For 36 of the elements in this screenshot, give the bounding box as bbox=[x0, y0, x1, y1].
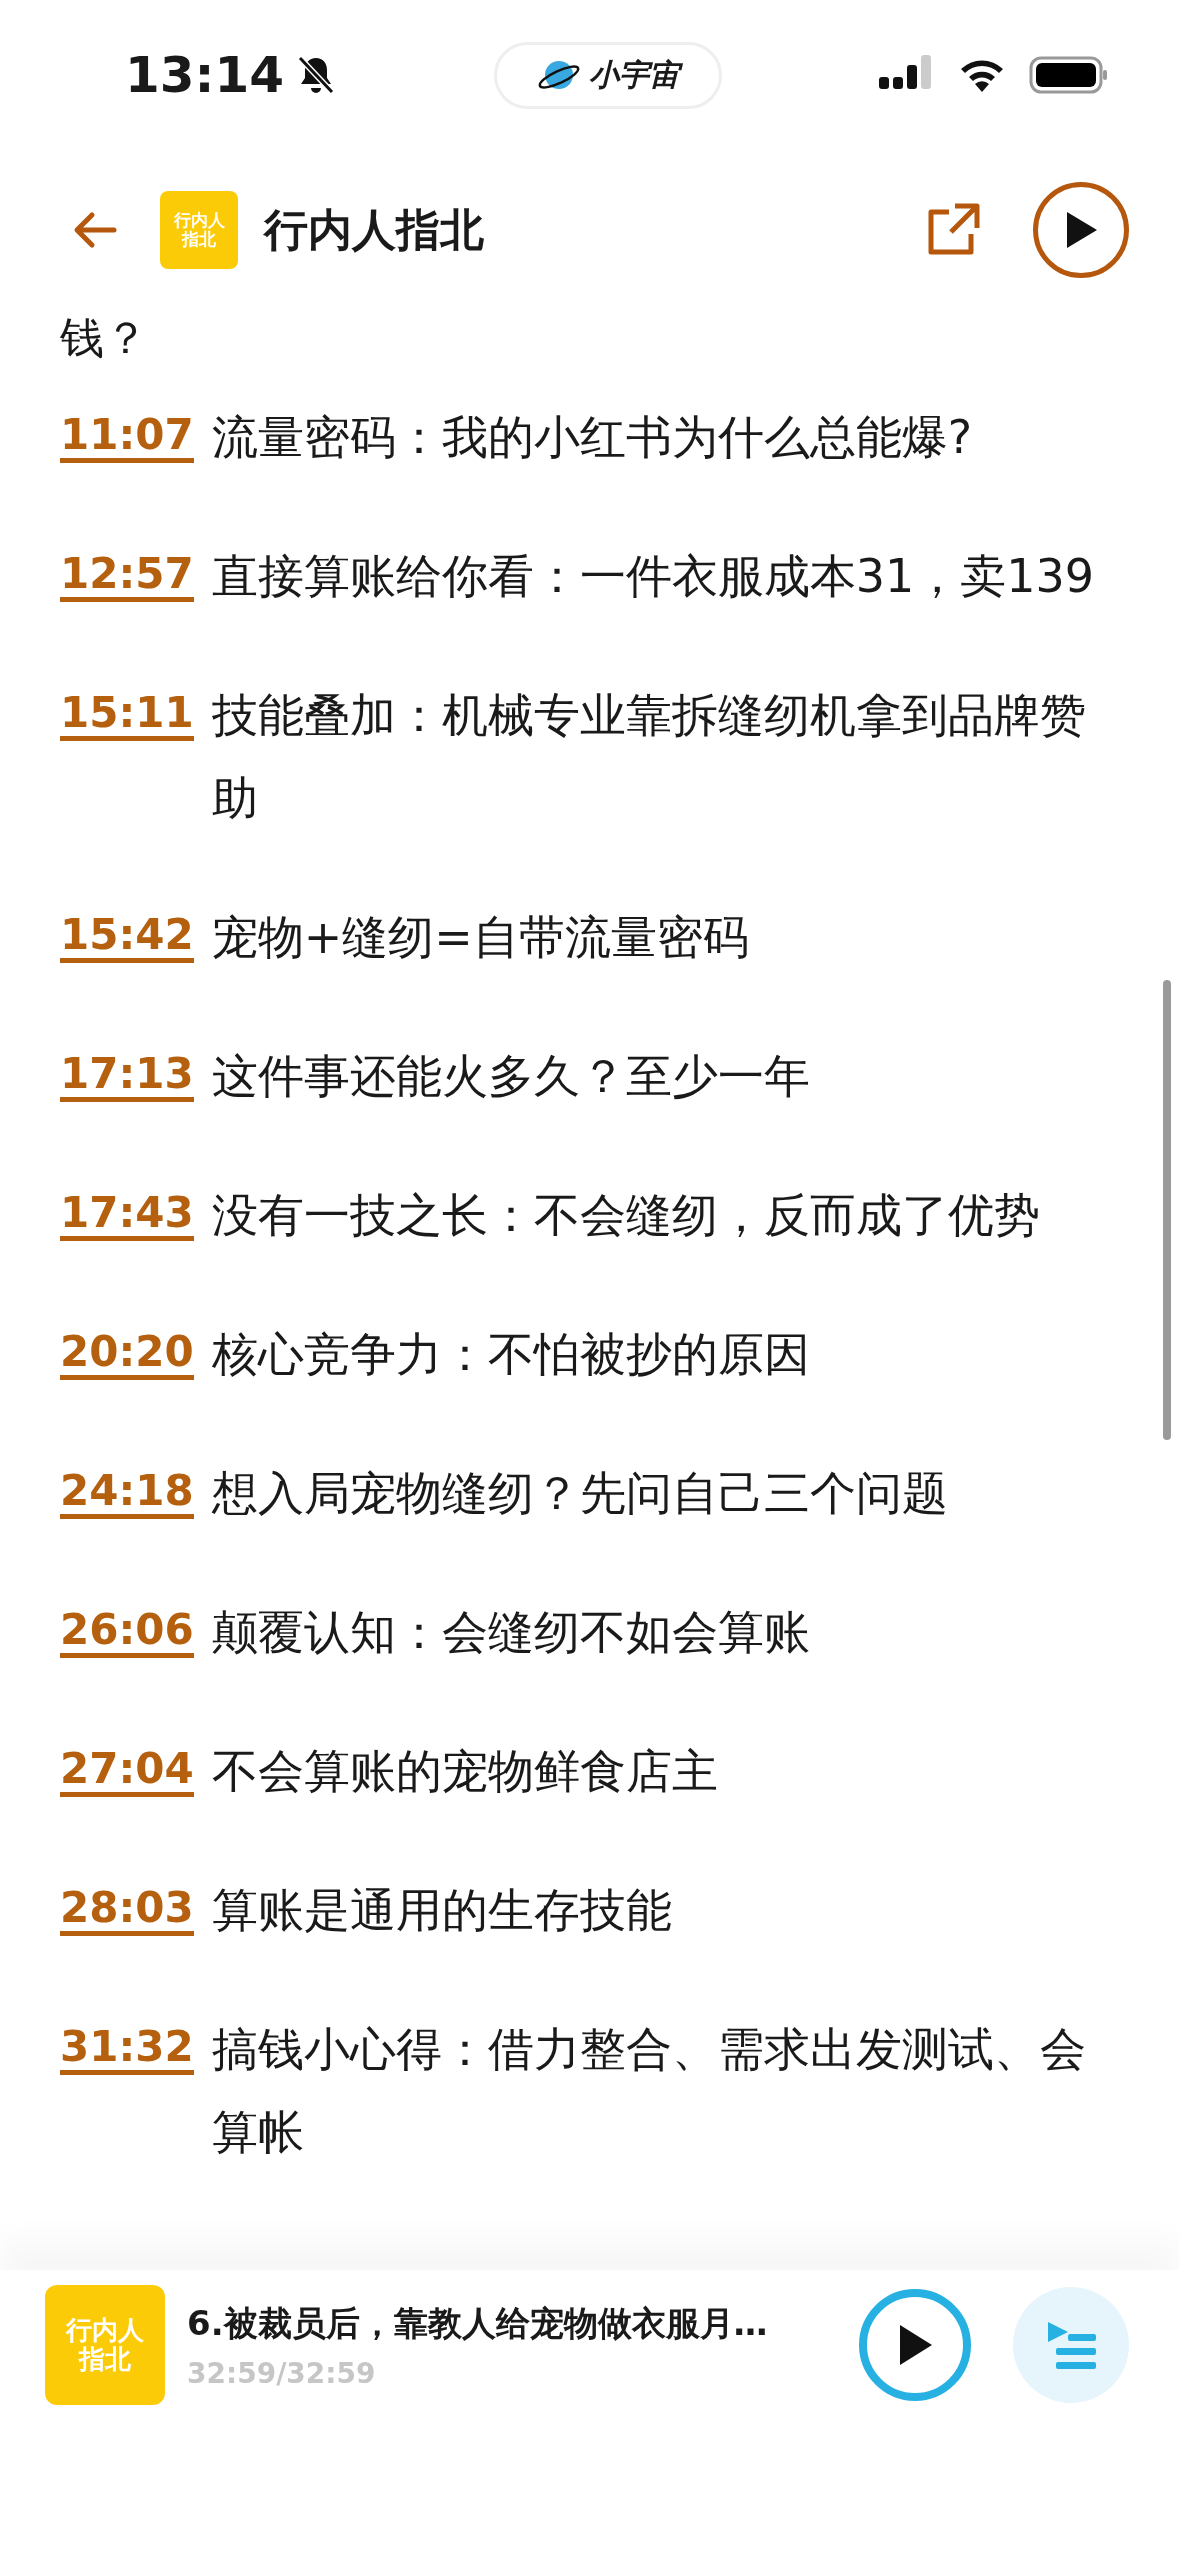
chapter-text: 不会算账的宠物鲜食店主 bbox=[211, 1743, 719, 1800]
chapter-text: 颠覆认知：会缝纫不如会算账 bbox=[211, 1604, 811, 1661]
status-time: 13:14 bbox=[125, 46, 285, 104]
timestamp-link[interactable]: 11:07 bbox=[60, 412, 194, 463]
logo-text: 指北 bbox=[79, 2345, 131, 2374]
chapter-text: 算账是通用的生存技能 bbox=[211, 1882, 673, 1939]
timestamp-link[interactable]: 24:18 bbox=[60, 1468, 194, 1519]
app-pill[interactable]: 小宇宙 bbox=[493, 41, 722, 109]
timestamp-link[interactable]: 15:42 bbox=[60, 912, 194, 963]
podcast-title: 行内人指北 bbox=[264, 202, 485, 257]
logo-text: 指北 bbox=[182, 230, 216, 249]
timestamp-link[interactable]: 27:04 bbox=[60, 1746, 194, 1797]
chapter-text: 宠物+缝纫=自带流量密码 bbox=[211, 909, 750, 966]
timestamp-link[interactable]: 17:13 bbox=[60, 1051, 194, 1102]
logo-text: 行内人 bbox=[66, 2316, 144, 2345]
chapter-text: 想入局宠物缝纫？先问自己三个问题 bbox=[211, 1465, 949, 1522]
timestamp-link[interactable]: 28:03 bbox=[60, 1885, 194, 1936]
timestamp-link[interactable]: 26:06 bbox=[60, 1607, 194, 1658]
timestamp-link[interactable]: 15:11 bbox=[60, 690, 194, 741]
chapter-text: 直接算账给你看：一件衣服成本31，卖139 bbox=[211, 548, 1096, 605]
chapter-text: 这件事还能火多久？至少一年 bbox=[211, 1048, 811, 1105]
battery-icon bbox=[1029, 56, 1109, 94]
timestamp-link[interactable]: 20:20 bbox=[60, 1329, 194, 1380]
chapter-text: 核心竞争力：不怕被抄的原因 bbox=[211, 1326, 811, 1383]
playback-time: 32:59/32:59 bbox=[187, 2356, 377, 2390]
chapter-text: 流量密码：我的小红书为什么总能爆? bbox=[211, 409, 974, 466]
timestamp-link[interactable]: 17:43 bbox=[60, 1190, 194, 1241]
chapter-text: 技能叠加：机械专业靠拆缝纫机拿到品牌赞助 bbox=[211, 687, 1087, 827]
timestamp-link[interactable]: 31:32 bbox=[60, 2024, 194, 2075]
scrollbar[interactable] bbox=[1163, 980, 1171, 1440]
timestamp-link[interactable]: 12:57 bbox=[60, 551, 194, 602]
chapter-text: 搞钱小心得：借力整合、需求出发测试、会算帐 bbox=[211, 2021, 1087, 2161]
chapter-text: 钱？ bbox=[60, 311, 149, 365]
chapter-text: 没有一技之长：不会缝纫，反而成了优势 bbox=[211, 1187, 1041, 1244]
logo-text: 行内人 bbox=[173, 211, 225, 230]
episode-title[interactable]: 6.被裁员后，靠教人给宠物做衣服月… bbox=[187, 2300, 837, 2347]
